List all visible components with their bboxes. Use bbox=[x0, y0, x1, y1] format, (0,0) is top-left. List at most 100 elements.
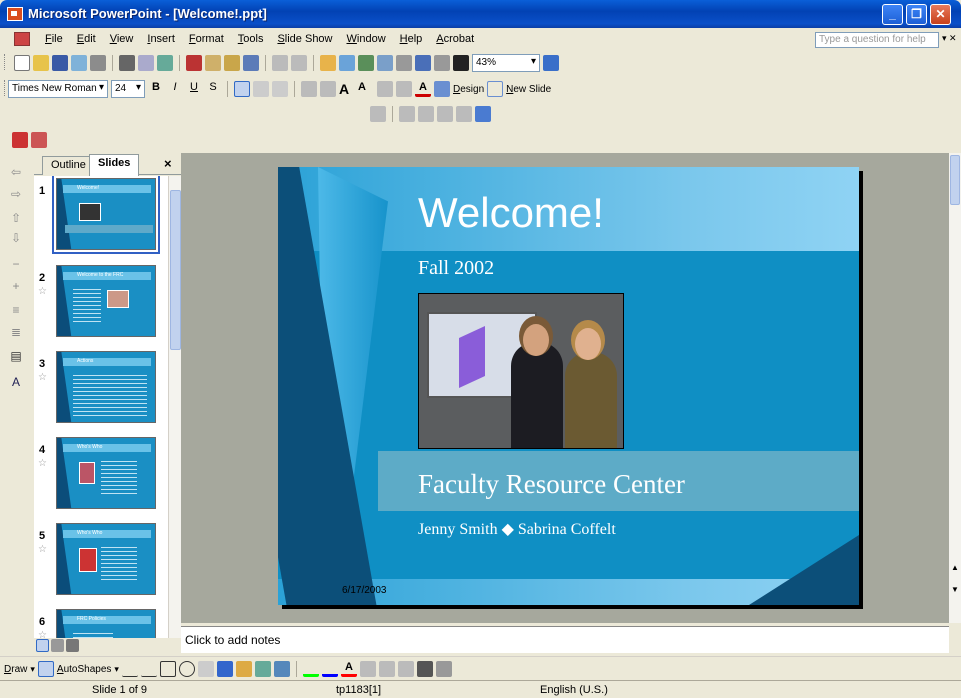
menu-help[interactable]: Help bbox=[393, 33, 430, 45]
move-down-icon[interactable]: ⇩ bbox=[9, 231, 23, 245]
slide-thumbnail[interactable]: Actions bbox=[56, 351, 156, 423]
previous-slide-icon[interactable]: ▲ bbox=[951, 563, 959, 572]
slide-thumb-row-6[interactable]: 6 ☆ FRC Policies bbox=[34, 609, 168, 638]
slide-thumbnail[interactable]: FRC Policies bbox=[56, 609, 156, 638]
align-center-icon[interactable] bbox=[253, 81, 269, 97]
slide-thumbnail[interactable]: Welcome! bbox=[52, 176, 160, 254]
document-icon[interactable] bbox=[14, 32, 30, 46]
slide-scrollbar-thumb[interactable] bbox=[950, 155, 960, 205]
slide-date[interactable]: 6/17/2003 bbox=[342, 585, 387, 596]
color-menu-icon[interactable] bbox=[475, 106, 491, 122]
menu-file[interactable]: File bbox=[38, 33, 70, 45]
expand-all-icon[interactable] bbox=[396, 55, 412, 71]
new-file-icon[interactable] bbox=[14, 55, 30, 71]
font-name-dropdown[interactable]: Times New Roman bbox=[8, 80, 108, 98]
slide-thumbnail[interactable]: Who's Who bbox=[56, 437, 156, 509]
align-right-icon[interactable] bbox=[272, 81, 288, 97]
insert-table-icon[interactable] bbox=[339, 55, 355, 71]
zoom-dropdown[interactable]: 43% bbox=[472, 54, 540, 72]
shadow-icon[interactable]: S bbox=[205, 81, 221, 97]
wordart-icon[interactable] bbox=[216, 661, 233, 677]
underline-icon[interactable]: U bbox=[186, 81, 202, 97]
slide-thumb-row-5[interactable]: 5 ☆ Who's Who bbox=[34, 523, 168, 611]
slide-thumb-row-4[interactable]: 4 ☆ Who's Who bbox=[34, 437, 168, 525]
shadow-style-icon[interactable] bbox=[416, 661, 433, 677]
expand-icon[interactable]: + bbox=[9, 279, 23, 293]
rotate-icon[interactable] bbox=[399, 106, 415, 122]
line-tool-icon[interactable] bbox=[121, 661, 138, 677]
fill-color-icon[interactable] bbox=[302, 661, 319, 677]
slide-thumbnail[interactable]: Welcome to the FRC bbox=[56, 265, 156, 337]
copy-icon[interactable] bbox=[205, 55, 221, 71]
summary-slide-icon[interactable]: ▤ bbox=[9, 349, 23, 363]
scrollbar-thumb[interactable] bbox=[170, 190, 181, 350]
format-painter-icon[interactable] bbox=[243, 55, 259, 71]
menu-edit[interactable]: Edit bbox=[70, 33, 103, 45]
save-icon[interactable] bbox=[52, 55, 68, 71]
crop-icon[interactable] bbox=[418, 106, 434, 122]
redo-icon[interactable] bbox=[291, 55, 307, 71]
help-icon[interactable] bbox=[543, 55, 559, 71]
menu-insert[interactable]: Insert bbox=[140, 33, 182, 45]
insert-picture-icon[interactable] bbox=[273, 661, 290, 677]
slide-subtitle[interactable]: Fall 2002 bbox=[418, 257, 494, 280]
maximize-button[interactable]: ❐ bbox=[906, 4, 927, 25]
rectangle-tool-icon[interactable] bbox=[159, 661, 176, 677]
design-button[interactable]: Design bbox=[453, 84, 484, 95]
notes-placeholder[interactable]: Click to add notes bbox=[185, 633, 280, 647]
clip-art-icon[interactable] bbox=[254, 661, 271, 677]
tables-borders-icon[interactable] bbox=[358, 55, 374, 71]
color-grayscale-icon[interactable] bbox=[453, 55, 469, 71]
oval-tool-icon[interactable] bbox=[178, 661, 195, 677]
slide-sorter-view-icon[interactable] bbox=[51, 639, 64, 652]
help-dropdown-icon[interactable]: ▾ ✕ bbox=[942, 33, 957, 44]
slide-presenter-names[interactable]: Jenny Smith ◆ Sabrina Coffelt bbox=[418, 519, 616, 539]
close-button[interactable]: ✕ bbox=[930, 4, 951, 25]
demote-icon[interactable]: ⇨ bbox=[9, 187, 23, 201]
slide-thumbnail[interactable]: Who's Who bbox=[56, 523, 156, 595]
slide-thumb-row-2[interactable]: 2 ☆ Welcome to the FRC bbox=[34, 265, 168, 353]
increase-indent-icon[interactable] bbox=[396, 81, 412, 97]
slide-scrollbar[interactable]: ▲ ▼ bbox=[949, 153, 961, 623]
current-slide[interactable]: Welcome! Fall 2002 Faculty Resource Cent… bbox=[278, 167, 859, 605]
italic-icon[interactable]: I bbox=[167, 81, 183, 97]
3d-style-icon[interactable] bbox=[435, 661, 452, 677]
new-slide-icon[interactable] bbox=[487, 81, 504, 97]
menu-view[interactable]: View bbox=[103, 33, 141, 45]
grid-icon[interactable] bbox=[434, 55, 450, 71]
line-color-icon[interactable] bbox=[321, 661, 338, 677]
hyperlink-icon[interactable] bbox=[377, 55, 393, 71]
toolbar-grip[interactable] bbox=[4, 80, 7, 96]
close-pane-icon[interactable]: × bbox=[164, 156, 172, 171]
compress-icon[interactable] bbox=[456, 106, 472, 122]
print-icon[interactable] bbox=[119, 55, 135, 71]
slide-show-view-icon[interactable] bbox=[66, 639, 79, 652]
slide-thumb-row-3[interactable]: 3 ☆ Actions bbox=[34, 351, 168, 439]
paste-icon[interactable] bbox=[224, 55, 240, 71]
percent-icon[interactable] bbox=[370, 106, 386, 122]
menu-format[interactable]: Format bbox=[182, 33, 231, 45]
menu-slide-show[interactable]: Slide Show bbox=[270, 33, 339, 45]
title-bar[interactable]: Microsoft PowerPoint - [Welcome!.ppt] _ … bbox=[0, 0, 961, 28]
promote-icon[interactable]: ⇦ bbox=[9, 165, 23, 179]
dash-style-icon[interactable] bbox=[378, 661, 395, 677]
collapse-icon[interactable]: − bbox=[9, 257, 23, 271]
print-preview-icon[interactable] bbox=[138, 55, 154, 71]
powerpoint-app-icon[interactable] bbox=[7, 7, 23, 21]
show-formatting-side-icon[interactable]: A bbox=[9, 375, 23, 389]
draw-menu-button[interactable]: Draw bbox=[4, 664, 27, 675]
menu-window[interactable]: Window bbox=[340, 33, 393, 45]
permission-icon[interactable] bbox=[71, 55, 87, 71]
text-box-icon[interactable] bbox=[197, 661, 214, 677]
decrease-font-icon[interactable]: A bbox=[358, 81, 374, 97]
open-folder-icon[interactable] bbox=[33, 55, 49, 71]
cut-icon[interactable] bbox=[186, 55, 202, 71]
decrease-indent-icon[interactable] bbox=[377, 81, 393, 97]
thumbnail-scrollbar[interactable] bbox=[168, 176, 181, 638]
collapse-all-icon[interactable]: ≡ bbox=[9, 303, 23, 317]
convert-email-pdf-icon[interactable] bbox=[31, 132, 47, 148]
bullets-icon[interactable] bbox=[320, 81, 336, 97]
convert-to-pdf-icon[interactable] bbox=[12, 132, 28, 148]
toolbar-grip[interactable] bbox=[4, 54, 7, 70]
slide-design-icon[interactable] bbox=[434, 81, 450, 97]
